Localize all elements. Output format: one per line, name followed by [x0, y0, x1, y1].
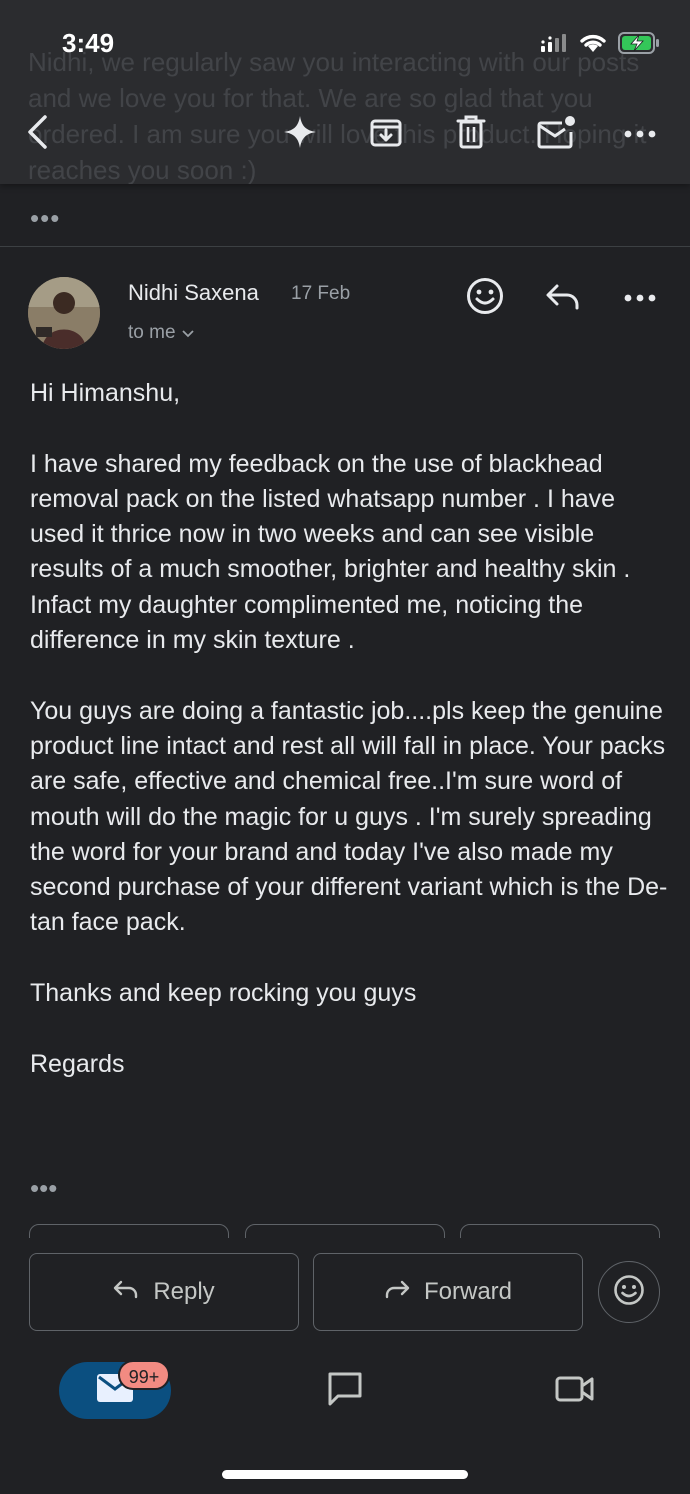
archive-button[interactable]	[364, 112, 408, 156]
signoff: Regards	[30, 1049, 125, 1078]
message-date: 17 Feb	[291, 283, 351, 304]
mark-unread-button[interactable]	[534, 112, 578, 156]
message-body: Hi Himanshu, I have shared my feedback o…	[30, 376, 670, 1117]
sparkle-icon	[282, 114, 318, 155]
forward-icon	[384, 1278, 410, 1306]
reply-icon	[113, 1278, 139, 1306]
emoji-icon	[613, 1274, 645, 1311]
more-icon	[624, 289, 656, 307]
recipient-details-toggle[interactable]: to me	[128, 322, 194, 344]
smart-reply-chip[interactable]	[245, 1224, 445, 1238]
collapsed-messages-indicator[interactable]: •••	[30, 203, 60, 234]
smart-reply-row	[0, 1224, 690, 1238]
top-app-bar: Nidhi, we regularly saw you interacting …	[0, 0, 690, 184]
smart-reply-chip[interactable]	[29, 1224, 229, 1238]
body-paragraph: You guys are doing a fantastic job....pl…	[30, 696, 668, 937]
message-divider	[0, 246, 690, 247]
greeting: Hi Himanshu,	[30, 379, 181, 407]
avatar[interactable]	[28, 277, 100, 349]
emoji-icon	[466, 277, 504, 320]
add-reaction-button[interactable]	[463, 276, 507, 320]
chevron-down-icon	[181, 322, 194, 344]
wifi-icon	[578, 32, 608, 59]
recipient-label: to me	[128, 322, 176, 343]
message-more-button[interactable]	[618, 276, 662, 320]
battery-charging-icon	[618, 31, 660, 59]
unread-count-badge: 99+	[118, 1360, 170, 1390]
more-options-button[interactable]	[618, 112, 662, 156]
archive-icon	[369, 115, 403, 154]
status-time: 3:49	[62, 28, 115, 58]
status-icons	[540, 30, 660, 60]
body-paragraph: Thanks and keep rocking you guys	[30, 979, 417, 1008]
reply-button[interactable]	[541, 276, 585, 320]
forward-action-button[interactable]: Forward	[313, 1253, 583, 1331]
home-indicator	[222, 1470, 468, 1479]
delete-icon	[455, 114, 487, 155]
back-arrow-icon	[23, 114, 53, 155]
nav-meet[interactable]	[552, 1368, 598, 1414]
forward-label: Forward	[423, 1278, 513, 1305]
gemini-summarize-button[interactable]	[278, 112, 322, 156]
show-trimmed-content-button[interactable]: •••	[30, 1173, 57, 1204]
body-paragraph: I have shared my feedback on the use of …	[30, 449, 631, 655]
emoji-reaction-button[interactable]	[598, 1261, 660, 1323]
mark-unread-icon	[536, 114, 576, 155]
chat-icon	[326, 1370, 364, 1413]
back-button[interactable]	[16, 112, 60, 156]
nav-chat[interactable]	[322, 1368, 368, 1414]
smart-reply-chip[interactable]	[460, 1224, 660, 1238]
reply-label: Reply	[153, 1278, 215, 1305]
cellular-signal-icon	[540, 33, 568, 58]
more-icon	[624, 125, 656, 143]
video-camera-icon	[555, 1374, 595, 1409]
delete-button[interactable]	[449, 112, 493, 156]
sender-name[interactable]: Nidhi Saxena	[128, 280, 259, 306]
reply-icon	[545, 282, 581, 315]
reply-action-button[interactable]: Reply	[29, 1253, 299, 1331]
